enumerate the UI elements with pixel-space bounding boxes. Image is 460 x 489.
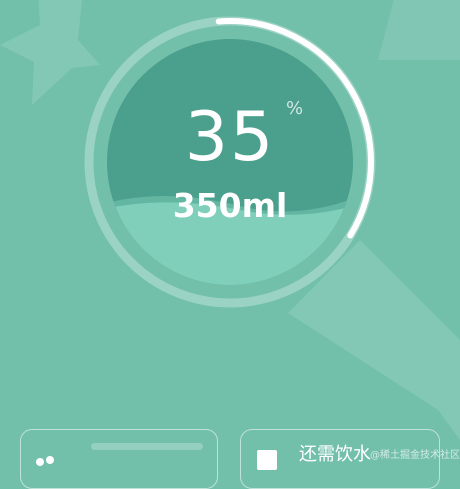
card-left-bar (91, 443, 203, 450)
remaining-water-label: 还需饮水 (299, 444, 371, 465)
triangle-decoration (378, 0, 460, 60)
star-decoration (0, 0, 100, 105)
percent-unit: % (286, 98, 304, 119)
background-decoration (0, 0, 460, 440)
cup-icon (257, 450, 277, 470)
water-volume: 350ml (172, 186, 288, 225)
progress-percent: 35 (184, 98, 276, 177)
card-left[interactable] (20, 429, 218, 489)
watermark: @稀土掘金技术社区 (370, 450, 460, 461)
water-drops-icon (36, 456, 54, 466)
